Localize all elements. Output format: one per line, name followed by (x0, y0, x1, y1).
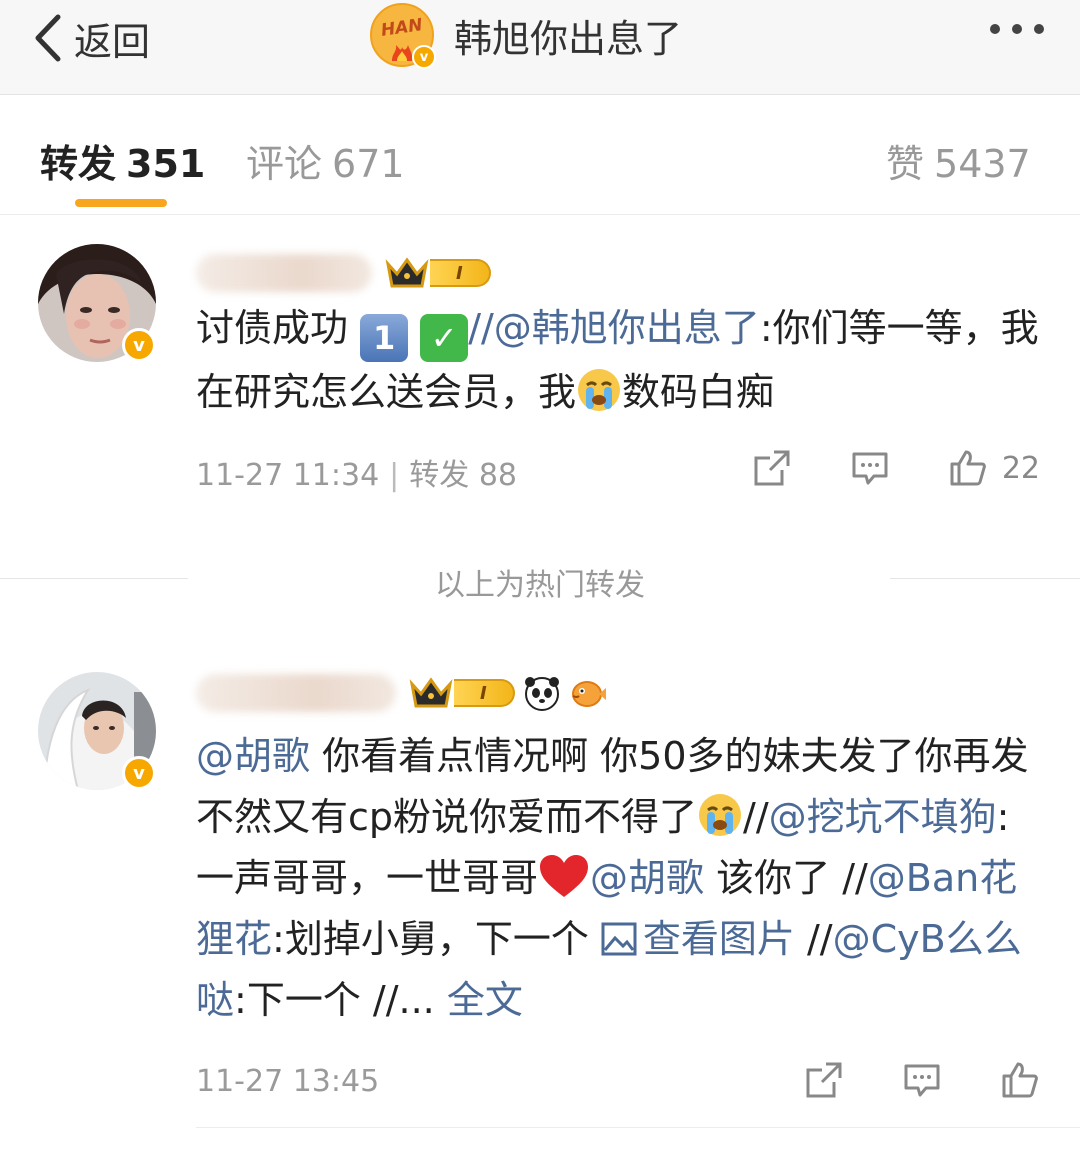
more-dot-icon (1012, 24, 1022, 34)
repost-item: v I @胡歌 你看着点情况啊 你50多的妹夫发了你再发 不然又有cp粉说你爱而… (0, 640, 1080, 1120)
pufferfish-icon[interactable] (569, 674, 607, 712)
username-row: I (196, 674, 607, 712)
back-button[interactable]: 返回 (30, 8, 150, 68)
like-button[interactable] (1000, 1060, 1040, 1100)
full-text-link[interactable]: 全文 (447, 978, 523, 1022)
thumbs-up-icon (1002, 1062, 1038, 1098)
comment-button[interactable] (850, 448, 890, 488)
comment-icon (852, 452, 888, 485)
level-badge: I (430, 259, 491, 287)
member-badge[interactable]: I (408, 674, 515, 712)
title-area: HAN v 韩旭你出息了 (370, 0, 682, 70)
content-text: 该你了 // (704, 856, 868, 900)
tab-reposts-count: 351 (126, 142, 206, 186)
mention-link[interactable]: @胡歌 (590, 856, 704, 900)
content-text: 讨债成功 (196, 306, 349, 350)
tab-comments[interactable]: 评论 671 (246, 133, 405, 188)
crying-face-icon (578, 369, 621, 411)
comment-button[interactable] (902, 1060, 942, 1100)
post-content: @胡歌 你看着点情况啊 你50多的妹夫发了你再发 不然又有cp粉说你爱而不得了 /… (196, 726, 1046, 1031)
tab-bar: 转发 351 评论 671 赞 5437 (0, 95, 1080, 215)
mention-link[interactable]: //@韩旭你出息了 (468, 306, 760, 350)
heart-icon (540, 855, 589, 897)
post-actions: 22 (694, 448, 1040, 488)
page-title: 韩旭你出息了 (454, 16, 683, 61)
panda-icon[interactable] (523, 674, 561, 712)
tab-likes[interactable]: 赞 5437 (886, 133, 1031, 188)
like-button[interactable]: 22 (948, 448, 1040, 488)
like-count: 22 (1001, 450, 1040, 486)
view-image-link[interactable]: 查看图片 (601, 917, 795, 961)
verified-badge-icon: v (412, 45, 436, 69)
tab-comments-count: 671 (332, 142, 405, 186)
post-separator (196, 1127, 1080, 1128)
post-time: 11-27 11:34 (196, 458, 380, 493)
crown-icon (409, 677, 453, 708)
content-text: // (743, 795, 769, 839)
repost-count-label: 转发 (409, 458, 470, 493)
avatar[interactable]: v (38, 672, 156, 790)
tab-reposts[interactable]: 转发 351 (40, 133, 205, 188)
keycap-one-icon: 1 (360, 314, 409, 362)
content-text: :下一个 //... (234, 978, 447, 1022)
account-avatar[interactable]: HAN v (370, 3, 436, 69)
verified-badge-icon: v (122, 756, 156, 790)
hot-reposts-divider: 以上为热门转发 (435, 568, 645, 603)
mention-link[interactable]: @胡歌 (196, 734, 310, 778)
crown-icon (385, 257, 429, 288)
post-meta: 11-27 11:34 | 转发 88 (196, 458, 518, 493)
more-dot-icon (1034, 24, 1044, 34)
content-text: 数码白痴 (622, 370, 775, 414)
crying-face-icon (699, 794, 742, 836)
chevron-left-icon (35, 14, 61, 62)
top-bar: 返回 HAN v 韩旭你出息了 (0, 0, 1080, 95)
tab-likes-label: 赞 (886, 142, 925, 186)
flame-icon (392, 45, 413, 61)
tab-comments-label: 评论 (246, 142, 323, 186)
verified-badge-icon: v (122, 328, 156, 362)
tab-reposts-label: 转发 (40, 142, 117, 186)
back-label: 返回 (74, 19, 151, 64)
username-blurred[interactable] (196, 674, 396, 712)
share-icon (754, 450, 790, 486)
repost-button[interactable] (752, 448, 792, 488)
post-actions (746, 1060, 1040, 1100)
active-tab-indicator (75, 199, 167, 207)
avatar[interactable]: v (38, 244, 156, 362)
repost-count: 88 (478, 458, 518, 493)
view-image-label: 查看图片 (642, 917, 795, 961)
more-menu-button[interactable] (990, 24, 1044, 34)
check-mark-icon: ✓ (420, 314, 469, 362)
repost-item: v I 讨债成功 1 ✓//@韩旭你出息了:你们等一等，我在研究怎么送会员，我数… (0, 216, 1080, 546)
share-icon (806, 1062, 842, 1098)
repost-button[interactable] (804, 1060, 844, 1100)
content-text: // (794, 917, 833, 961)
more-dot-icon (990, 24, 1000, 34)
avatar-logo-text: HAN (379, 15, 425, 41)
comment-icon (904, 1064, 940, 1097)
post-meta: 11-27 13:45 (196, 1064, 379, 1099)
username-blurred[interactable] (196, 254, 372, 292)
thumbs-up-icon (950, 450, 986, 486)
member-badge[interactable]: I (384, 254, 491, 292)
image-icon (601, 922, 637, 956)
tab-likes-count: 5437 (934, 142, 1031, 186)
mention-link[interactable]: @挖坑不填狗 (769, 795, 997, 839)
username-row: I (196, 254, 491, 292)
post-time: 11-27 13:45 (196, 1064, 380, 1099)
content-text: :划掉小舅，下一个 (272, 917, 601, 961)
post-content: 讨债成功 1 ✓//@韩旭你出息了:你们等一等，我在研究怎么送会员，我 数码白痴 (196, 298, 1046, 423)
level-badge: I (454, 679, 515, 707)
